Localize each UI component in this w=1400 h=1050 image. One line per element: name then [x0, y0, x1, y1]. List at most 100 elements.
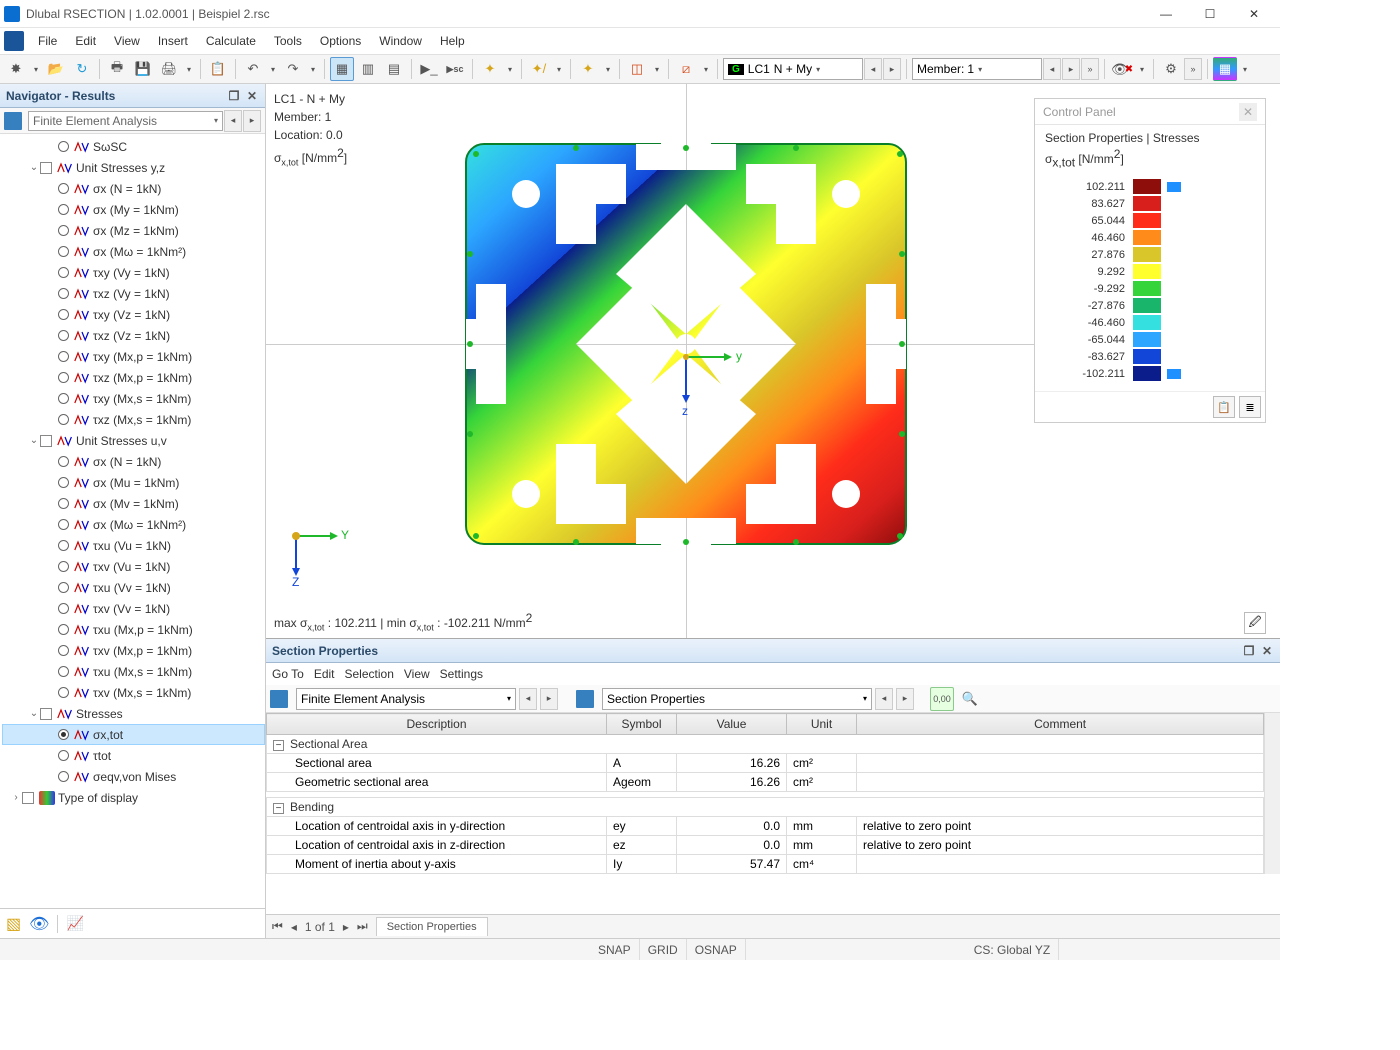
table-row[interactable]: Sectional areaA16.26cm²: [267, 754, 1264, 773]
sp-prev1-button[interactable]: ◂: [519, 688, 537, 710]
radio[interactable]: [58, 561, 69, 572]
tree-item[interactable]: τxz (Mx,s = 1kNm): [2, 409, 265, 430]
tree-item[interactable]: σx (Mz = 1kNm): [2, 220, 265, 241]
sp-table-combo[interactable]: Section Properties▾: [602, 688, 872, 710]
select1-button[interactable]: ◫: [625, 57, 649, 81]
table-group-row[interactable]: −Bending: [267, 798, 1264, 817]
radio[interactable]: [58, 771, 69, 782]
undock-button[interactable]: ❐: [1242, 644, 1256, 658]
checkbox[interactable]: [40, 435, 52, 447]
nav-prev-button[interactable]: ◂: [224, 110, 242, 132]
table-row[interactable]: Moment of inertia about y-axisIy57.47cm⁴: [267, 855, 1264, 874]
prev-member-button[interactable]: ◂: [1043, 58, 1061, 80]
tree-item[interactable]: σx (Mω = 1kNm²): [2, 514, 265, 535]
nav-tab3-icon[interactable]: 📈: [66, 915, 83, 932]
menu-window[interactable]: Window: [371, 30, 430, 52]
undo-button[interactable]: ↶: [241, 57, 265, 81]
tree-item[interactable]: σx (N = 1kN): [2, 178, 265, 199]
menu-options[interactable]: Options: [312, 30, 369, 52]
prev-page-button[interactable]: ◂: [291, 920, 297, 934]
tree-item[interactable]: σx (Mv = 1kNm): [2, 493, 265, 514]
checkbox[interactable]: [40, 708, 52, 720]
filter-off-button[interactable]: 👁✖: [1110, 57, 1134, 81]
tree-item[interactable]: τxy (Vz = 1kN): [2, 304, 265, 325]
tree-group-unit-yz[interactable]: ⌄Unit Stresses y,z: [2, 157, 265, 178]
control-panel-close[interactable]: ✕: [1239, 103, 1257, 121]
menu-tools[interactable]: Tools: [266, 30, 310, 52]
sp-analysis-combo[interactable]: Finite Element Analysis▾: [296, 688, 516, 710]
radio[interactable]: [58, 288, 69, 299]
radio[interactable]: [58, 372, 69, 383]
decimals-button[interactable]: 0,00: [930, 687, 954, 711]
first-page-button[interactable]: ⏮: [272, 919, 283, 934]
run-button[interactable]: ▶_: [417, 57, 441, 81]
analysis-combo[interactable]: Finite Element Analysis ▾: [28, 111, 223, 131]
clipboard-button[interactable]: 📋: [206, 57, 230, 81]
print-button[interactable]: 🖨: [157, 57, 181, 81]
tree-item-stress[interactable]: σeqv,von Mises: [2, 766, 265, 787]
radio[interactable]: [58, 645, 69, 656]
redo-button[interactable]: ↷: [281, 57, 305, 81]
close-button[interactable]: ✕: [1232, 0, 1276, 28]
table-row[interactable]: Location of centroidal axis in y-directi…: [267, 817, 1264, 836]
more-member-button[interactable]: »: [1081, 58, 1099, 80]
checkbox[interactable]: [40, 162, 52, 174]
next-page-button[interactable]: ▸: [343, 920, 349, 934]
radio[interactable]: [58, 456, 69, 467]
next-member-button[interactable]: ▸: [1062, 58, 1080, 80]
wand2-button[interactable]: ✦/: [527, 57, 551, 81]
open-button[interactable]: 📂: [44, 57, 68, 81]
gears-button[interactable]: ⚙: [1159, 57, 1183, 81]
dropdown-icon[interactable]: ▾: [267, 65, 279, 74]
radio[interactable]: [58, 729, 69, 740]
tree-item[interactable]: τxv (Vv = 1kN): [2, 598, 265, 619]
radio[interactable]: [58, 519, 69, 530]
maximize-button[interactable]: ☐: [1188, 0, 1232, 28]
radio[interactable]: [58, 582, 69, 593]
radio[interactable]: [58, 540, 69, 551]
wand3-button[interactable]: ✦: [576, 57, 600, 81]
nav-tab2-icon[interactable]: 👁: [29, 914, 49, 934]
tree-item[interactable]: τxv (Vu = 1kN): [2, 556, 265, 577]
search-button[interactable]: 🔍: [958, 687, 982, 711]
more-button[interactable]: »: [1184, 58, 1202, 80]
slider-handle[interactable]: [1167, 182, 1181, 192]
radio[interactable]: [58, 414, 69, 425]
tree-item[interactable]: τxy (Vy = 1kN): [2, 262, 265, 283]
dropdown-icon[interactable]: ▾: [307, 65, 319, 74]
refresh-button[interactable]: ↻: [70, 57, 94, 81]
expand-toggle[interactable]: ⌄: [28, 708, 40, 719]
tree-item[interactable]: σx (My = 1kNm): [2, 199, 265, 220]
radio[interactable]: [58, 603, 69, 614]
radio[interactable]: [58, 309, 69, 320]
sp-prev2-button[interactable]: ◂: [875, 688, 893, 710]
navigator-tree[interactable]: SωSC⌄Unit Stresses y,zσx (N = 1kN)σx (My…: [0, 134, 265, 908]
sp-next2-button[interactable]: ▸: [896, 688, 914, 710]
tree-item-stress[interactable]: τtot: [2, 745, 265, 766]
last-page-button[interactable]: ⏭: [357, 919, 368, 934]
status-grid[interactable]: GRID: [640, 939, 687, 960]
sp-menu-settings[interactable]: Settings: [440, 667, 483, 681]
control-panel[interactable]: Control Panel ✕ Section Properties | Str…: [1034, 98, 1266, 423]
dropdown-icon[interactable]: ▾: [700, 65, 712, 74]
view-mode3-button[interactable]: ▤: [382, 57, 406, 81]
tree-item-stress[interactable]: σx,tot: [2, 724, 265, 745]
sp-menu-selection[interactable]: Selection: [345, 667, 394, 681]
radio[interactable]: [58, 204, 69, 215]
status-snap[interactable]: SNAP: [590, 939, 640, 960]
cp-legend-button[interactable]: ≣: [1239, 396, 1261, 418]
dropdown-icon[interactable]: ▾: [504, 65, 516, 74]
menu-help[interactable]: Help: [432, 30, 473, 52]
tree-group-type-of-display[interactable]: ›Type of display: [2, 787, 265, 808]
collapse-toggle[interactable]: −: [273, 803, 284, 814]
nav-tab1-icon[interactable]: ▧: [6, 914, 21, 934]
tree-group-stresses[interactable]: ⌄Stresses: [2, 703, 265, 724]
slider-handle[interactable]: [1167, 369, 1181, 379]
radio[interactable]: [58, 666, 69, 677]
menu-view[interactable]: View: [106, 30, 148, 52]
app-menu-icon[interactable]: [4, 31, 24, 51]
view-mode1-button[interactable]: ▦: [330, 57, 354, 81]
tree-item-sws[interactable]: SωSC: [2, 136, 265, 157]
prev-loadcase-button[interactable]: ◂: [864, 58, 882, 80]
expand-toggle[interactable]: ›: [10, 792, 22, 803]
